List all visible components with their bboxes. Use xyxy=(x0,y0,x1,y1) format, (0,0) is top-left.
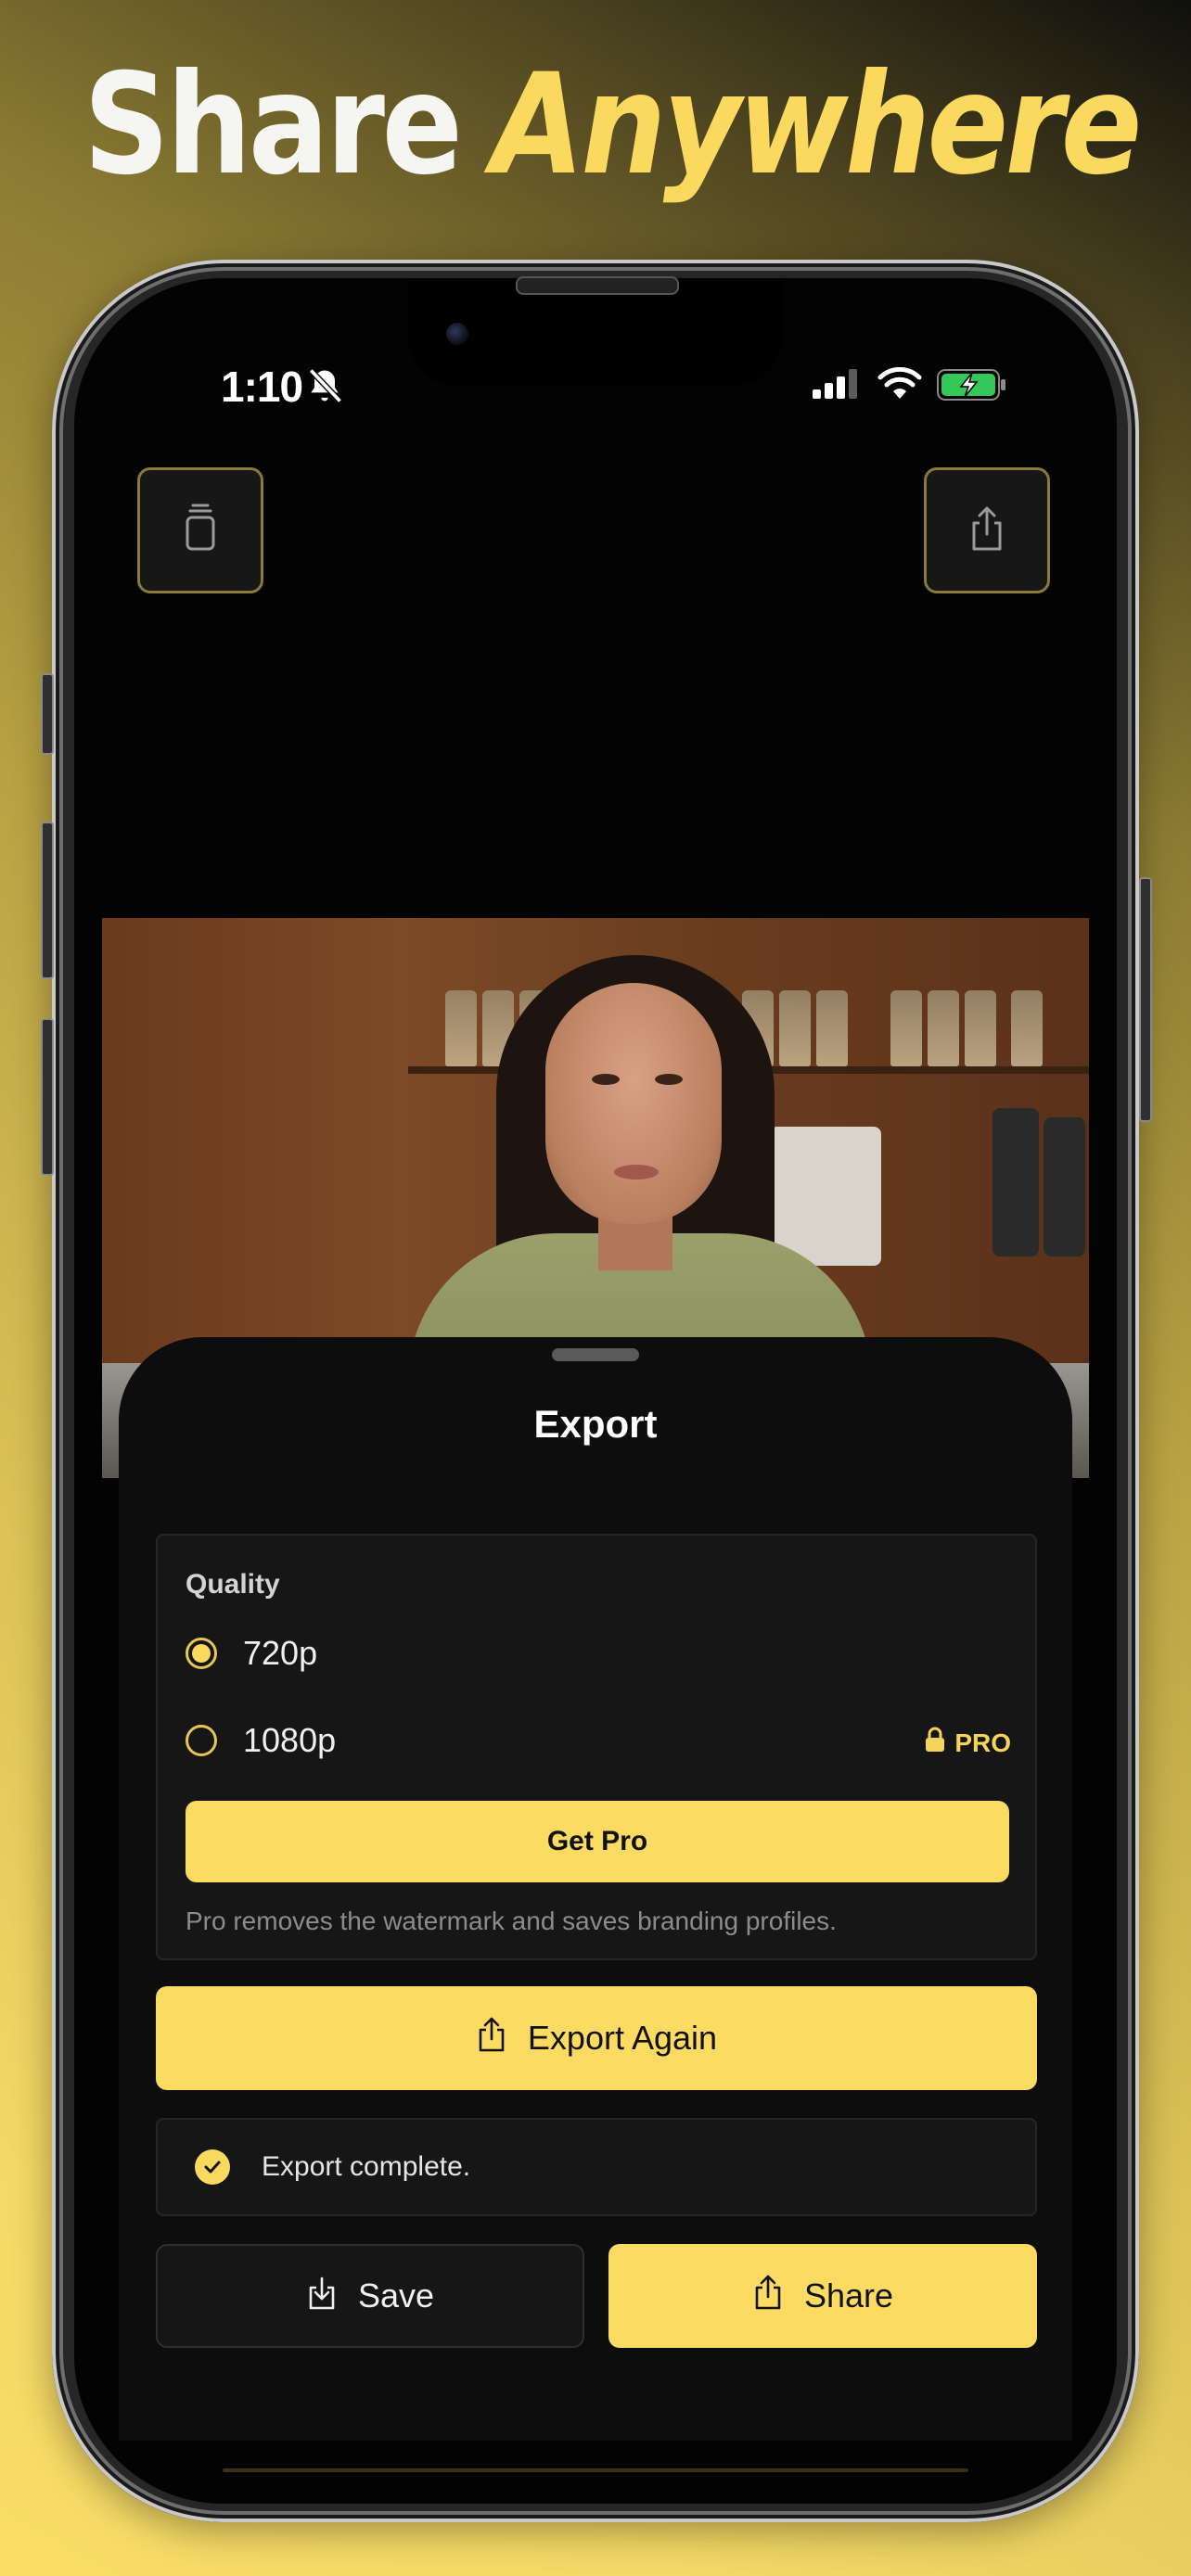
export-sheet: Export Quality 720p 1080p PRO Get Pro Pr… xyxy=(119,1337,1072,2441)
share-icon xyxy=(752,2274,784,2319)
video-person-face xyxy=(545,983,722,1224)
save-button[interactable]: Save xyxy=(156,2244,584,2348)
volume-up-button xyxy=(41,822,54,979)
export-status-text: Export complete. xyxy=(262,2151,471,2182)
radio-selected[interactable] xyxy=(186,1638,217,1669)
video-jar xyxy=(816,990,848,1066)
wifi-icon xyxy=(877,366,922,405)
video-jar xyxy=(779,990,811,1066)
quality-option-label: 1080p xyxy=(243,1721,337,1759)
video-jar xyxy=(928,990,959,1066)
radio-unselected[interactable] xyxy=(186,1725,217,1756)
video-person-lips xyxy=(614,1165,659,1180)
sheet-title: Export xyxy=(533,1402,658,1446)
video-person-eye xyxy=(592,1074,620,1085)
pro-note: Pro removes the watermark and saves bran… xyxy=(186,1906,837,1935)
share-icon xyxy=(476,2016,507,2061)
pro-badge-label: PRO xyxy=(954,1728,1011,1757)
home-indicator-line xyxy=(223,2468,968,2472)
checkmark-icon xyxy=(195,2149,230,2185)
export-again-button[interactable]: Export Again xyxy=(156,1986,1037,2090)
speaker-grille xyxy=(516,276,679,295)
mute-switch xyxy=(41,673,54,755)
share-top-button[interactable] xyxy=(924,467,1050,593)
battery-charging-icon xyxy=(937,369,1007,405)
get-pro-button[interactable]: Get Pro xyxy=(186,1801,1009,1882)
sheet-grabber[interactable] xyxy=(552,1348,639,1361)
share-icon xyxy=(965,503,1009,559)
quality-option-label: 720p xyxy=(243,1634,318,1672)
share-label: Share xyxy=(803,2276,894,2315)
video-espresso-machine xyxy=(770,1127,881,1266)
status-time: 1:10 xyxy=(221,363,303,411)
volume-down-button xyxy=(41,1018,54,1176)
share-button[interactable]: Share xyxy=(608,2244,1037,2348)
video-blender xyxy=(1044,1117,1085,1256)
download-icon xyxy=(306,2274,338,2319)
front-camera xyxy=(446,323,468,345)
video-blender xyxy=(992,1108,1039,1256)
export-again-label: Export Again xyxy=(527,2019,718,2057)
quality-label: Quality xyxy=(186,1569,280,1600)
pro-badge: PRO xyxy=(925,1727,1011,1759)
quality-option-1080p[interactable]: 1080p PRO xyxy=(186,1715,1011,1771)
bell-slash-icon xyxy=(304,365,345,411)
headline-word-anywhere: Anywhere xyxy=(491,45,1142,206)
headline-word-share: Share xyxy=(83,45,463,206)
phone-screen: 1:10 Export Quality 720p 1080p PRO Get P… xyxy=(74,278,1117,2504)
promo-headline: Share Anywhere xyxy=(83,37,1142,213)
clipboard-icon xyxy=(178,503,223,559)
quality-card: Quality 720p 1080p PRO Get Pro Pro remov… xyxy=(156,1534,1037,1960)
cellular-signal-icon xyxy=(813,369,861,403)
export-status-card: Export complete. xyxy=(156,2118,1037,2216)
video-jar xyxy=(890,990,922,1066)
video-jar xyxy=(965,990,996,1066)
video-jar xyxy=(1011,990,1043,1066)
clipboard-button[interactable] xyxy=(137,467,263,593)
lock-icon xyxy=(925,1727,945,1759)
video-person-eye xyxy=(655,1074,683,1085)
power-button xyxy=(1139,877,1152,1122)
quality-option-720p[interactable]: 720p xyxy=(186,1628,1011,1684)
save-label: Save xyxy=(357,2276,435,2315)
video-jar xyxy=(445,990,477,1066)
